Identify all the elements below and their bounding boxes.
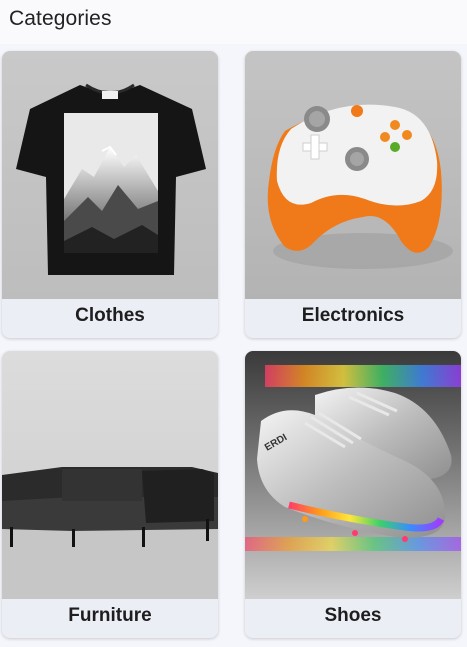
category-card-clothes[interactable]: Clothes [2, 51, 218, 338]
category-card-furniture[interactable]: Furniture [2, 351, 218, 638]
category-label: Electronics [301, 305, 405, 326]
category-image-sofa [2, 351, 218, 599]
category-card-shoes[interactable]: ERDI Shoes [245, 351, 461, 638]
category-card-electronics[interactable]: Electronics [245, 51, 461, 338]
category-image-controller [245, 51, 461, 299]
category-image-tshirt [2, 51, 218, 299]
category-image-sneakers: ERDI [245, 351, 461, 599]
category-label: Furniture [68, 605, 152, 626]
category-label: Shoes [324, 605, 382, 626]
page-title: Categories [9, 7, 112, 30]
app-bar: Categories [0, 0, 467, 44]
category-label: Clothes [75, 305, 145, 326]
category-grid: Clothes Electronics Furniture ERDI Shoes [0, 44, 467, 647]
